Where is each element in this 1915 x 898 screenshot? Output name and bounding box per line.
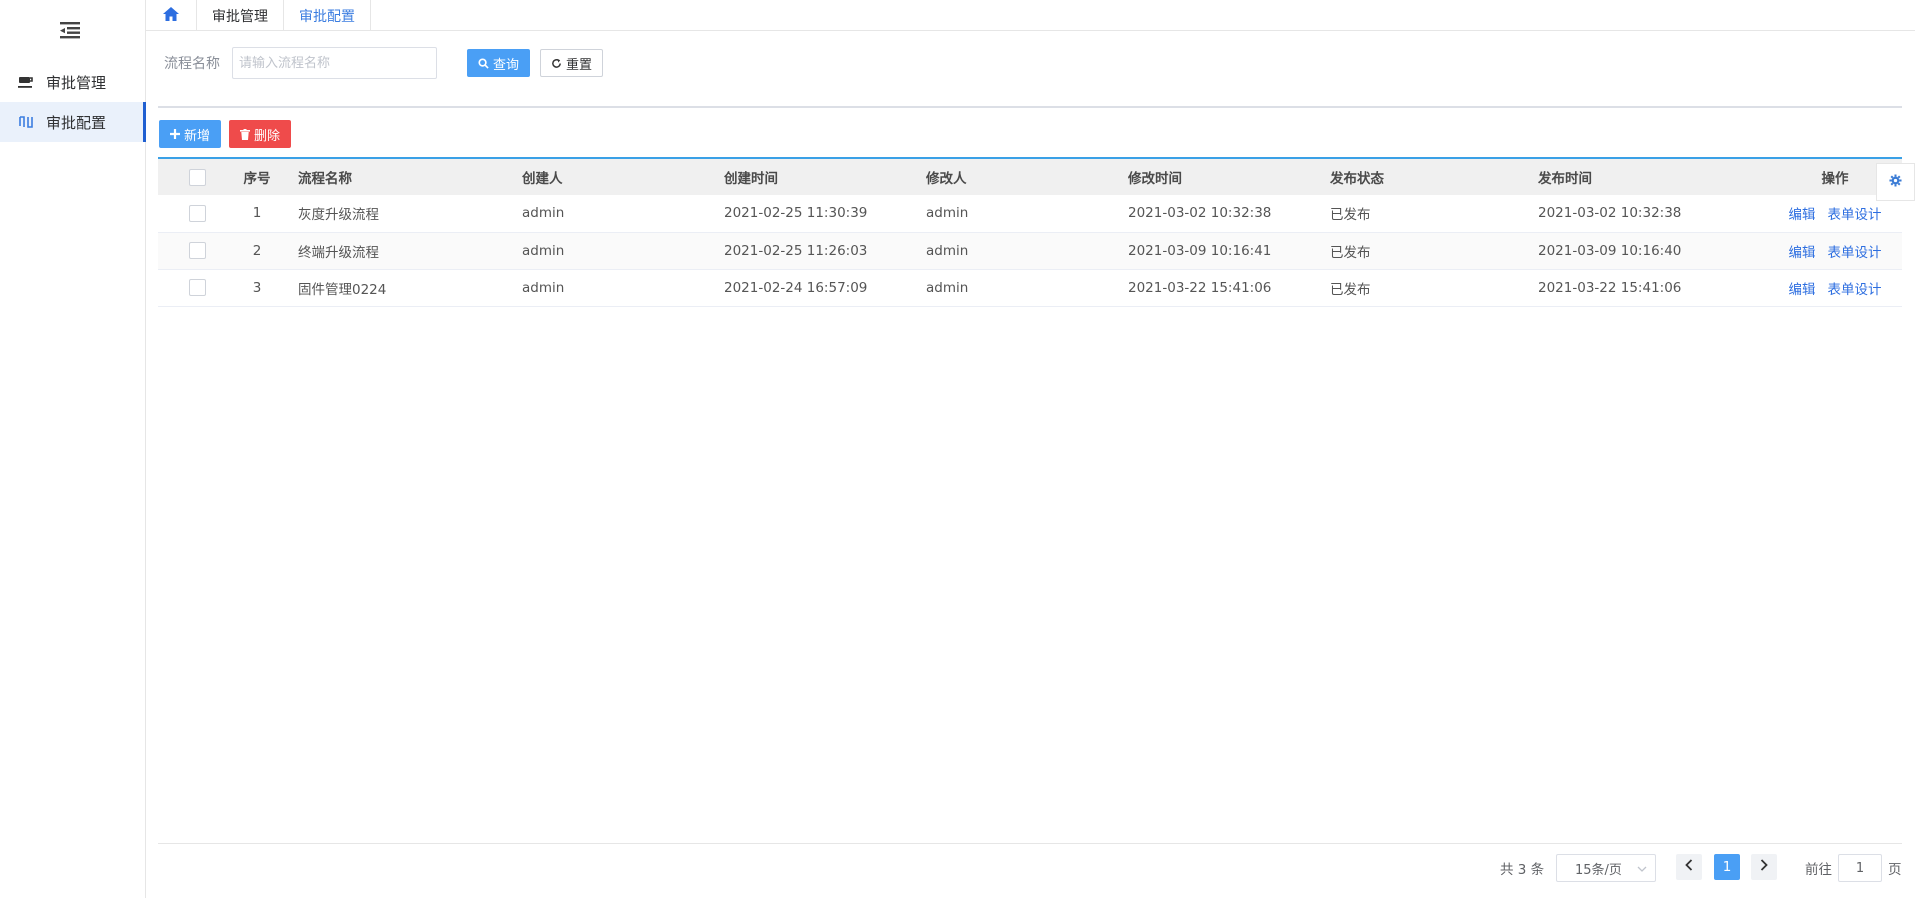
- prev-page-button[interactable]: [1676, 854, 1702, 880]
- query-button-label: 查询: [493, 57, 520, 73]
- row-ops: 编辑 表单设计: [1748, 269, 1902, 307]
- row-created-time: 2021-02-25 11:30:39: [698, 195, 908, 233]
- row-index: 2: [236, 232, 278, 270]
- row-checkbox[interactable]: [188, 204, 206, 222]
- col-header-status: 发布状态: [1330, 171, 1384, 187]
- form-design-link[interactable]: 表单设计: [1828, 245, 1882, 261]
- add-button-label: 新增: [184, 128, 211, 144]
- menu-collapse-icon[interactable]: [58, 20, 82, 40]
- trash-icon: [240, 128, 250, 140]
- row-index: 3: [236, 269, 278, 307]
- col-header-published: 发布时间: [1538, 171, 1592, 187]
- row-checkbox-cell: [158, 195, 236, 233]
- row-flow-name: 终端升级流程: [278, 232, 488, 270]
- page-size-value: 15条/页: [1575, 862, 1622, 878]
- goto-label: 前往: [1805, 862, 1832, 878]
- row-checkbox[interactable]: [188, 242, 206, 259]
- tab-approval-management[interactable]: 审批管理: [197, 0, 284, 31]
- flow-table: 序号 流程名称 创建人 创建时间 修改人 修改时间 发布状态 发布时间 操作 1…: [158, 157, 1902, 307]
- tab-bar: 审批管理 审批配置: [146, 0, 1915, 31]
- sidebar-item-approval-config[interactable]: 审批配置: [0, 102, 146, 142]
- row-creator: admin: [488, 269, 698, 307]
- form-design-link[interactable]: 表单设计: [1828, 282, 1882, 298]
- row-modifier: admin: [908, 195, 1118, 233]
- select-all-checkbox[interactable]: [188, 168, 206, 186]
- sidebar: 审批管理 审批配置: [0, 0, 146, 898]
- col-header-index: 序号: [243, 171, 271, 187]
- goto-page: 前往 页: [1805, 854, 1902, 882]
- form-design-link[interactable]: 表单设计: [1828, 207, 1882, 223]
- col-header-creator: 创建人: [522, 171, 563, 187]
- row-index: 1: [236, 195, 278, 233]
- row-publish-time: 2021-03-22 15:41:06: [1538, 269, 1748, 307]
- row-ops: 编辑 表单设计: [1748, 232, 1902, 270]
- row-publish-status: 已发布: [1328, 232, 1538, 270]
- sidebar-item-approval-management[interactable]: 审批管理: [0, 62, 146, 102]
- page-unit-label: 页: [1888, 862, 1902, 878]
- chevron-down-icon: [1637, 861, 1647, 876]
- cup-icon: [18, 74, 34, 90]
- row-modifier: admin: [908, 232, 1118, 270]
- search-icon: [478, 57, 489, 69]
- table-row: 1 灰度升级流程 admin 2021-02-25 11:30:39 admin 2021…: [158, 195, 1902, 233]
- goto-page-input[interactable]: [1838, 854, 1882, 882]
- row-checkbox[interactable]: [188, 279, 206, 296]
- edit-link[interactable]: 编辑: [1789, 207, 1816, 223]
- filter-bar: 流程名称 查询 重置: [164, 47, 604, 79]
- flow-name-label: 流程名称: [164, 56, 220, 72]
- chevron-left-icon: [1685, 859, 1693, 875]
- page-number-button[interactable]: 1: [1714, 854, 1740, 880]
- delete-button[interactable]: 删除: [229, 120, 292, 148]
- col-header-modifier: 修改人: [926, 171, 967, 187]
- row-publish-status: 已发布: [1328, 269, 1538, 307]
- query-button[interactable]: 查询: [467, 49, 531, 77]
- table-row: 3 固件管理0224 admin 2021-02-24 16:57:09 admin 20…: [158, 269, 1902, 307]
- row-checkbox-cell: [158, 232, 236, 270]
- row-modified-time: 2021-03-22 15:41:06: [1118, 269, 1328, 307]
- tab-home[interactable]: [146, 0, 197, 31]
- row-creator: admin: [488, 195, 698, 233]
- reset-button[interactable]: 重置: [540, 49, 604, 77]
- chevron-right-icon: [1760, 859, 1768, 875]
- row-publish-status: 已发布: [1328, 195, 1538, 233]
- col-header-modified: 修改时间: [1128, 171, 1182, 187]
- table-header-row: 序号 流程名称 创建人 创建时间 修改人 修改时间 发布状态 发布时间 操作: [158, 159, 1902, 195]
- flow-name-input[interactable]: [232, 47, 437, 79]
- home-icon: [162, 6, 180, 26]
- row-modifier: admin: [908, 269, 1118, 307]
- row-created-time: 2021-02-24 16:57:09: [698, 269, 908, 307]
- row-flow-name: 固件管理0224: [278, 269, 488, 307]
- row-publish-time: 2021-03-02 10:32:38: [1538, 195, 1748, 233]
- page-size-select[interactable]: 15条/页: [1556, 854, 1656, 882]
- edit-link[interactable]: 编辑: [1789, 282, 1816, 298]
- delete-button-label: 删除: [254, 128, 281, 144]
- edit-link[interactable]: 编辑: [1789, 245, 1816, 261]
- plus-icon: [170, 129, 180, 139]
- reset-button-label: 重置: [566, 57, 593, 73]
- row-publish-time: 2021-03-09 10:16:40: [1538, 232, 1748, 270]
- refresh-icon: [551, 58, 562, 69]
- next-page-button[interactable]: [1751, 854, 1777, 880]
- row-created-time: 2021-02-25 11:26:03: [698, 232, 908, 270]
- row-flow-name: 灰度升级流程: [278, 195, 488, 233]
- settings-gear-button[interactable]: [1876, 163, 1915, 201]
- row-modified-time: 2021-03-02 10:32:38: [1118, 195, 1328, 233]
- col-header-created: 创建时间: [724, 171, 778, 187]
- col-header-name: 流程名称: [298, 171, 352, 187]
- sidebar-item-label: 审批管理: [46, 73, 107, 92]
- divider: [158, 843, 1902, 844]
- gear-icon: [1889, 173, 1902, 191]
- add-button[interactable]: 新增: [159, 120, 222, 148]
- tab-approval-config[interactable]: 审批配置: [284, 0, 371, 31]
- table-row: 2 终端升级流程 admin 2021-02-25 11:26:03 admin 2021…: [158, 232, 1902, 270]
- sidebar-item-label: 审批配置: [46, 113, 107, 132]
- row-modified-time: 2021-03-09 10:16:41: [1118, 232, 1328, 270]
- row-creator: admin: [488, 232, 698, 270]
- total-count: 共 3 条: [1500, 862, 1545, 878]
- divider: [158, 106, 1902, 108]
- flow-icon: [18, 114, 34, 130]
- row-checkbox-cell: [158, 269, 236, 307]
